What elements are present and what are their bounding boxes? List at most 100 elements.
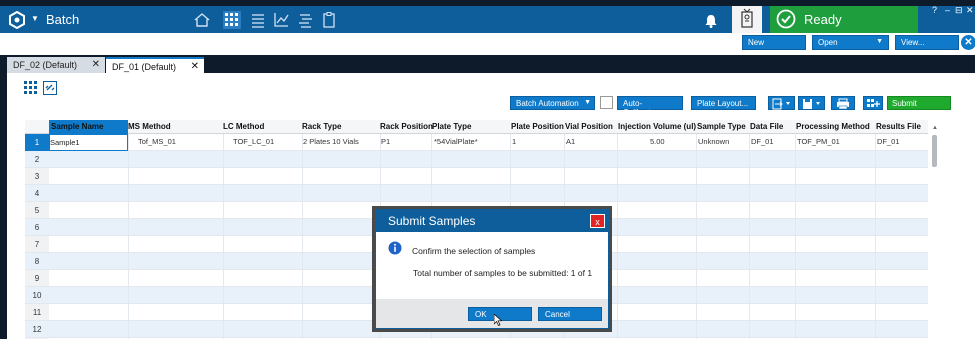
instrument-status-box[interactable] [732,6,762,33]
row-number[interactable]: 3 [25,172,49,181]
auto-calibrate-label: Auto-Calibrate... [623,99,662,117]
home-icon[interactable] [193,11,211,29]
row-number[interactable]: 6 [25,223,49,232]
grid-icon[interactable] [223,11,241,29]
auto-calibrate-button[interactable]: Auto-Calibrate... [617,96,683,117]
clipboard-icon[interactable] [320,11,338,29]
sample-type-cell[interactable]: Unknown [698,137,729,146]
row-number[interactable]: 7 [25,240,49,249]
column-divider [696,134,697,339]
add-rows-button[interactable] [863,96,883,110]
import-button[interactable] [768,96,795,110]
app-menu-caret-icon[interactable]: ▼ [31,14,39,23]
table-row[interactable]: 2 [25,151,928,168]
ms-method-cell[interactable]: Tof_MS_01 [138,137,176,146]
tab-df-02[interactable]: DF_02 (Default) ✕ [7,57,105,73]
chart-icon[interactable] [272,11,290,29]
col-header-data-file[interactable]: Data File [750,120,796,134]
dialog-detail: Total number of samples to be submitted:… [413,268,593,278]
scroll-up-icon[interactable]: ▲ [932,125,938,131]
scrollbar-thumb[interactable] [932,135,937,167]
col-header-ms-method[interactable]: MS Method [128,120,223,134]
lc-method-cell[interactable]: TOF_LC_01 [233,137,274,146]
layers-icon[interactable] [296,11,314,29]
row-number[interactable]: 9 [25,274,49,283]
row-number[interactable]: 10 [25,291,49,300]
print-button[interactable] [831,96,855,110]
row-number[interactable]: 5 [25,206,49,215]
window-close-icon[interactable]: ✕ [966,5,974,16]
batch-automation-button[interactable]: Batch Automation ▼ [510,96,595,110]
ready-status-text: Ready [804,12,842,27]
close-icon[interactable]: ✕ [961,35,975,50]
link-icon[interactable] [43,81,57,95]
col-header-lc-method[interactable]: LC Method [223,120,302,134]
vial-position-cell[interactable]: A1 [566,137,575,146]
new-button[interactable]: New [742,35,806,50]
plate-layout-label: Plate Layout... [697,99,749,108]
row-number[interactable]: 11 [25,308,49,317]
chevron-down-icon: ▼ [876,38,883,45]
view-button[interactable]: View... [895,35,959,50]
plate-type-cell[interactable]: *54VialPlate* [434,137,478,146]
import-icon [772,98,790,110]
app-title: Batch [46,12,80,27]
app-logo-icon[interactable] [8,11,26,29]
col-header-results-file[interactable]: Results File [876,120,928,134]
row-number[interactable]: 12 [25,325,49,334]
help-icon[interactable]: ? [932,5,937,15]
submit-button[interactable]: Submit [887,96,951,110]
submit-label: Submit [892,99,917,108]
cancel-button[interactable]: Cancel [538,307,602,321]
data-file-cell[interactable]: DF_01 [751,137,774,146]
open-button[interactable]: Open ▼ [812,35,889,50]
plate-layout-button[interactable]: Plate Layout... [691,96,756,110]
minimize-icon[interactable]: – [945,5,950,15]
grid-view-icon[interactable] [24,81,38,95]
table-row[interactable]: 3 [25,168,928,185]
dialog-close-button[interactable]: x [590,214,605,228]
tab-close-icon[interactable]: ✕ [92,59,100,70]
sample-name-cell-editor[interactable]: Sample1 [49,134,128,151]
col-header-sample-type[interactable]: Sample Type [697,120,749,134]
notification-bell-icon[interactable] [703,13,719,29]
tab-df-01[interactable]: DF_01 (Default) ✕ [106,57,204,73]
auto-calibrate-checkbox[interactable] [600,96,613,109]
tab-label: DF_01 (Default) [112,62,177,72]
submit-samples-dialog: Submit Samples x Confirm the selection o… [375,209,609,329]
results-file-cell[interactable]: DF_01 [877,137,900,146]
column-divider [749,134,750,339]
check-circle-icon [776,9,796,29]
tab-label: DF_02 (Default) [13,60,78,70]
restore-icon[interactable]: ⊟ [955,5,963,16]
vertical-scrollbar[interactable]: ▲ [932,125,938,339]
list-icon[interactable] [249,11,267,29]
dialog-message: Confirm the selection of samples [412,246,536,256]
add-rows-icon [867,99,880,107]
row-number[interactable]: 1 [25,134,49,151]
tab-close-icon[interactable]: ✕ [191,61,199,72]
table-row[interactable]: 4 [25,185,928,202]
col-header-injection-volume[interactable]: Injection Volume (ul) [618,120,696,134]
row-number[interactable]: 4 [25,189,49,198]
batch-automation-label: Batch Automation [516,99,579,108]
rack-position-cell[interactable]: P1 [381,137,390,146]
col-header-sample-name[interactable]: Sample Name [49,120,128,134]
col-header-plate-position[interactable]: Plate Position [511,120,564,134]
row-number[interactable]: 8 [25,257,49,266]
row-number[interactable]: 2 [25,155,49,164]
save-button[interactable] [798,96,825,110]
col-header-rack-type[interactable]: Rack Type [302,120,380,134]
rack-type-cell[interactable]: 2 Plates 10 Vials [303,137,359,146]
injection-volume-cell[interactable]: 5.00 [650,137,665,146]
action-row: New Open ▼ View... ✕ [0,33,975,55]
plate-position-cell[interactable]: 1 [512,137,516,146]
col-header-rack-position[interactable]: Rack Position [380,120,433,134]
processing-method-cell[interactable]: TOF_PM_01 [797,137,840,146]
col-header-processing-method[interactable]: Processing Method [796,120,875,134]
print-icon [837,98,849,110]
col-header-vial-position[interactable]: Vial Position [565,120,617,134]
col-header-plate-type[interactable]: Plate Type [432,120,510,134]
column-divider [617,134,618,339]
table-row[interactable]: 1 Sample1 Tof_MS_01 TOF_LC_01 2 Plates 1… [25,134,928,151]
